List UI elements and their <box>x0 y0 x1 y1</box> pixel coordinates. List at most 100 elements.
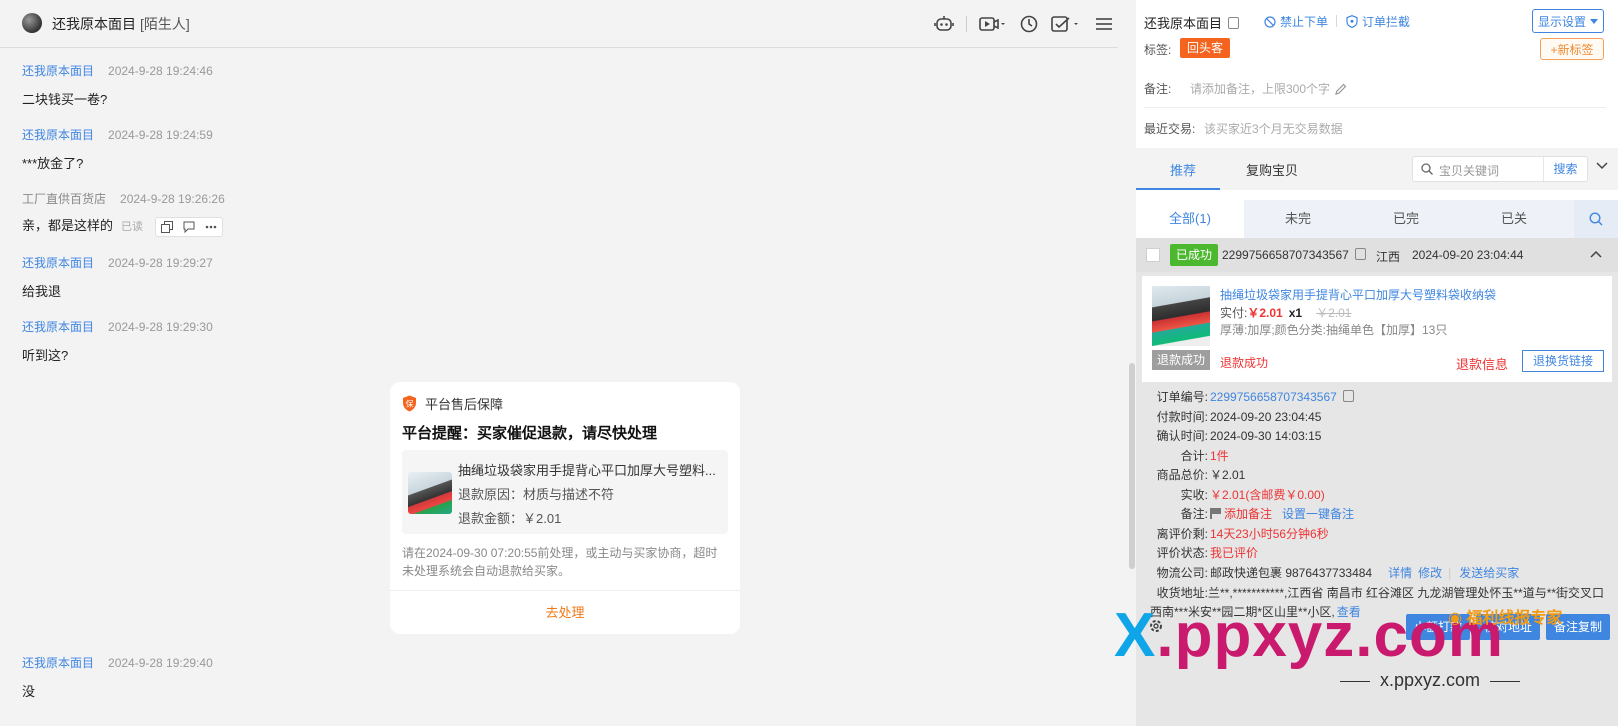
detail-key: 确认时间: <box>1156 429 1208 443</box>
search-button[interactable]: 搜索 <box>1543 157 1587 181</box>
task-check-icon[interactable] <box>1050 14 1080 34</box>
chat-scrollbar[interactable] <box>1129 363 1135 569</box>
message: 还我原本面目 2024-9-28 19:29:30 听到这? <box>22 318 213 364</box>
refund-status: 退款成功 <box>1220 356 1269 370</box>
message-toolbar <box>155 216 224 237</box>
detail-key: 付款时间: <box>1156 410 1208 424</box>
detail-row: 离评价剩: 14天23小时56分钟6秒 <box>1150 525 1329 542</box>
chat-buyer-name: 还我原本面目 <box>52 16 136 32</box>
logistics-detail-link[interactable]: 详情 <box>1388 566 1412 580</box>
refund-info-link[interactable]: 退款信息 <box>1456 354 1508 373</box>
tab-repurchase[interactable]: 复购宝贝 <box>1246 160 1298 179</box>
detail-row: 合计: 1件 <box>1150 447 1229 464</box>
exchange-link-button[interactable]: 退换货链接 <box>1522 350 1604 372</box>
copy-icon[interactable] <box>1354 248 1366 260</box>
tab-unfinished[interactable]: 未完 <box>1244 200 1352 238</box>
original-price: ￥2.01 <box>1316 306 1352 320</box>
search-icon <box>1589 212 1603 226</box>
video-call-icon[interactable] <box>978 14 1006 34</box>
address-view-link[interactable]: 查看 <box>1337 605 1361 619</box>
add-remark-link[interactable]: 添加备注 <box>1210 507 1272 521</box>
detail-row: 付款时间: 2024-09-20 23:04:45 <box>1150 408 1322 425</box>
new-tag-button[interactable]: +新标签 <box>1540 38 1604 60</box>
history-icon[interactable] <box>1019 14 1039 34</box>
copy-icon[interactable] <box>156 218 178 236</box>
message-time: 2024-9-28 19:29:27 <box>108 256 213 270</box>
product-image[interactable] <box>1152 286 1210 346</box>
message-text: 给我退 <box>22 284 62 299</box>
card-title: 平台提醒：买家催促退款，请尽快处理 <box>402 425 658 442</box>
chevron-up-icon[interactable] <box>1590 250 1602 258</box>
shield-outline-icon <box>1346 15 1358 28</box>
watermark-badge-text: 福利线报专家 <box>1466 610 1563 627</box>
copy-icon[interactable] <box>1342 390 1354 402</box>
detail-row: 确认时间: 2024-09-30 14:03:15 <box>1150 427 1322 444</box>
order-id-text: 2299756658707343567 <box>1222 248 1349 262</box>
display-settings-button[interactable]: 显示设置 <box>1532 9 1604 33</box>
sender-name[interactable]: 还我原本面目 <box>22 320 94 334</box>
robot-icon[interactable] <box>934 14 954 34</box>
message-text: 没 <box>22 684 36 699</box>
message-time: 2024-9-28 19:24:59 <box>108 128 213 142</box>
gear-icon[interactable] <box>1148 618 1164 634</box>
order-intercept-link[interactable]: 订单拦截 <box>1346 13 1410 30</box>
sender-name[interactable]: 还我原本面目 <box>22 656 94 670</box>
product-spec: 厚薄:加厚;颜色分类:抽绳单色【加厚】13只 <box>1220 323 1448 337</box>
add-remark-label: 添加备注 <box>1224 507 1273 521</box>
sender-name[interactable]: 还我原本面目 <box>22 64 94 78</box>
order-time: 2024-09-20 23:04:44 <box>1412 248 1524 262</box>
more-icon[interactable] <box>200 218 222 236</box>
quantity: x1 <box>1288 306 1303 320</box>
refund-badge: 退款成功 <box>1152 350 1210 370</box>
tag-returning-customer[interactable]: 回头客 <box>1180 38 1231 58</box>
order-status-badge: 已成功 <box>1170 244 1219 266</box>
tab-closed[interactable]: 已关 <box>1460 200 1568 238</box>
tab-all-orders[interactable]: 全部(1) <box>1136 200 1244 238</box>
chevron-down-icon <box>1590 18 1598 24</box>
quote-icon[interactable] <box>178 218 200 236</box>
message-text: 亲，都是这样的 <box>22 218 114 233</box>
paid-label: 实付: <box>1220 306 1248 320</box>
detail-value: 2024-09-20 23:04:45 <box>1210 410 1322 424</box>
sender-name[interactable]: 还我原本面目 <box>22 256 94 270</box>
detail-row: 订单编号: 2299756658707343567 <box>1150 388 1354 405</box>
menu-icon[interactable] <box>1095 14 1113 34</box>
sidebar-buyer-name: 还我原本面目 <box>1144 16 1223 31</box>
pencil-icon <box>1335 83 1347 95</box>
message-time: 2024-9-28 19:26:26 <box>120 192 225 206</box>
remark-placeholder: 请添加备注，上限300个字 <box>1190 82 1331 96</box>
recent-trade-value: 该买家近3个月无交易数据 <box>1204 122 1343 136</box>
chat-panel: 还我原本面目 [陌生人] 还我原本面目 2024-9-28 19:24:46 二块钱… <box>0 0 1135 726</box>
remark-input[interactable]: 请添加备注，上限300个字 <box>1190 80 1347 97</box>
search-input[interactable]: 宝贝关键词 <box>1439 162 1499 179</box>
detail-key: 备注: <box>1180 507 1208 521</box>
buyer-avatar[interactable] <box>22 13 42 33</box>
chat-title: 还我原本面目 [陌生人] <box>52 14 190 34</box>
product-search[interactable]: 宝贝关键词 搜索 <box>1412 156 1588 182</box>
handle-button[interactable]: 去处理 <box>390 590 740 634</box>
detail-order-id[interactable]: 2299756658707343567 <box>1210 390 1337 404</box>
chevron-down-icon[interactable] <box>1596 162 1608 170</box>
after-sale-card: 保 平台售后保障 平台提醒：买家催促退款，请尽快处理 抽绳垃圾袋家用手提背心平口… <box>390 382 740 634</box>
read-status: 已读 <box>121 221 144 233</box>
ban-order-link[interactable]: 禁止下单 <box>1264 13 1328 30</box>
order-checkbox[interactable] <box>1146 248 1160 262</box>
tab-finished[interactable]: 已完 <box>1352 200 1460 238</box>
tab-recommend[interactable]: 推荐 <box>1170 160 1196 179</box>
send-to-buyer-link[interactable]: 发送给买家 <box>1459 566 1519 580</box>
product-title-link[interactable]: 抽绳垃圾袋家用手提背心平口加厚大号塑料袋收纳袋 <box>1220 286 1496 303</box>
card-product[interactable]: 抽绳垃圾袋家用手提背心平口加厚大号塑料... 退款原因：材质与描述不符 退款金额… <box>402 450 728 534</box>
order-province: 江西 <box>1376 250 1401 264</box>
card-note: 请在2024-09-30 07:20:55前处理，或主动与买家协商，超时未处理系… <box>402 546 718 578</box>
order-search-button[interactable] <box>1574 200 1618 238</box>
logistics-edit-link[interactable]: 修改 <box>1418 566 1442 580</box>
message: 还我原本面目 2024-9-28 19:29:27 给我退 <box>22 254 213 300</box>
order-tabs: 全部(1) 未完 已完 已关 <box>1136 200 1618 238</box>
detail-value: 2024-09-30 14:03:15 <box>1210 429 1322 443</box>
one-click-remark-link[interactable]: 设置一键备注 <box>1282 507 1354 521</box>
message-text: 二块钱买一卷? <box>22 92 108 107</box>
copy-icon[interactable] <box>1228 17 1240 29</box>
ban-icon <box>1264 15 1276 28</box>
detail-key: 订单编号: <box>1156 390 1208 404</box>
sender-name[interactable]: 还我原本面目 <box>22 128 94 142</box>
